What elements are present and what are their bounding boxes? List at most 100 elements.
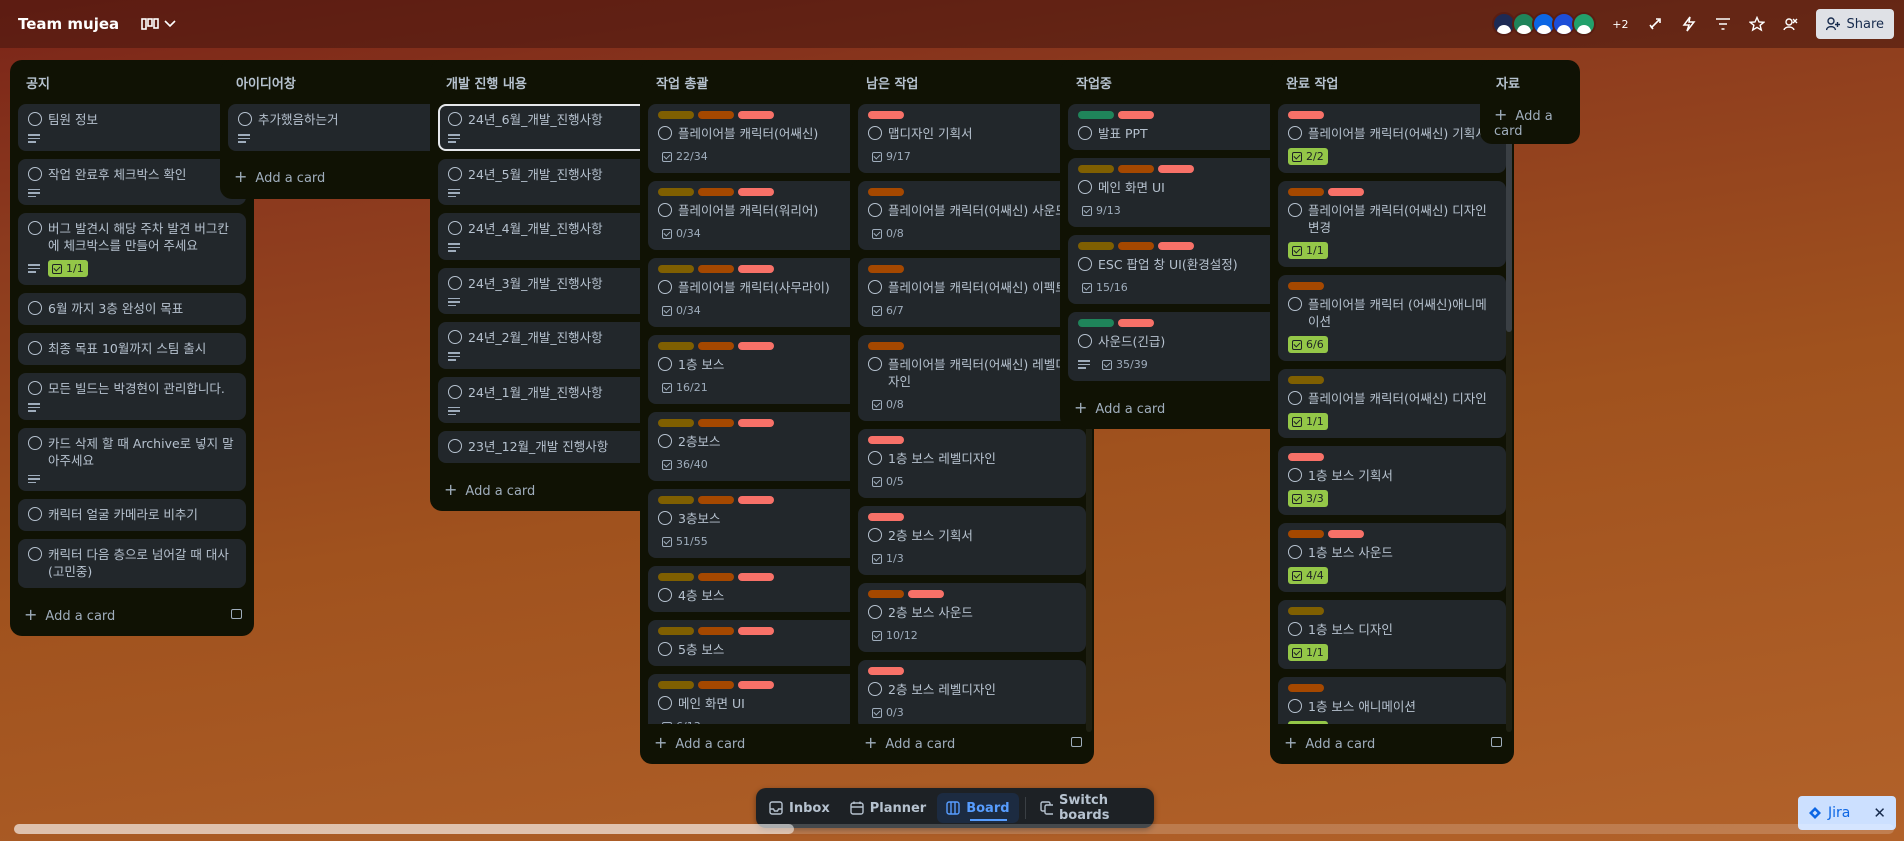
complete-circle-icon[interactable] — [448, 221, 462, 235]
card[interactable]: 24년_3월_개발_진행사항 — [438, 267, 666, 314]
card[interactable]: 캐릭터 다음 층으로 넘어갈 때 대사(고민중) — [18, 539, 246, 588]
complete-circle-icon[interactable] — [448, 275, 462, 290]
label-red[interactable] — [1158, 165, 1194, 173]
visibility-icon[interactable] — [1776, 9, 1806, 39]
list-header[interactable]: 공지··· — [10, 60, 254, 104]
list-title[interactable]: 공지 — [26, 73, 50, 92]
complete-circle-icon[interactable] — [28, 166, 42, 181]
complete-circle-icon[interactable] — [1288, 622, 1302, 636]
complete-circle-icon[interactable] — [28, 221, 42, 235]
label-orange[interactable] — [1288, 282, 1324, 290]
complete-circle-icon[interactable] — [1078, 334, 1092, 348]
card[interactable]: 1층 보스 레벨디자인 0/5 — [858, 429, 1086, 498]
label-red[interactable] — [738, 188, 774, 196]
label-orange[interactable] — [868, 265, 904, 273]
complete-circle-icon[interactable] — [28, 381, 42, 395]
list-header[interactable]: 개발 진행 내용··· — [430, 60, 674, 104]
label-orange[interactable] — [868, 590, 904, 598]
label-red[interactable] — [738, 342, 774, 350]
list-title[interactable]: 남은 작업 — [866, 73, 918, 92]
complete-circle-icon[interactable] — [1288, 468, 1302, 482]
list-title[interactable]: 개발 진행 내용 — [446, 73, 527, 92]
complete-circle-icon[interactable] — [1288, 699, 1302, 713]
card[interactable]: 최종 목표 10월까지 스팀 출시 — [18, 333, 246, 365]
label-orange[interactable] — [1288, 684, 1324, 692]
complete-circle-icon[interactable] — [868, 682, 882, 696]
card[interactable]: 카드 삭제 할 때 Archive로 넣지 말아주세요 — [18, 427, 246, 491]
card[interactable]: 추가했음하는거 — [228, 104, 456, 151]
label-olive[interactable] — [658, 342, 694, 350]
card[interactable]: 23년_12월_개발 진행사항 — [438, 431, 666, 463]
label-orange[interactable] — [698, 342, 734, 350]
card[interactable]: 플레이어블 캐릭터(어쌔신) 레벨디자인 0/8 — [858, 335, 1086, 421]
label-olive[interactable] — [658, 573, 694, 581]
card[interactable]: 24년_1월_개발_진행사항 — [438, 376, 666, 423]
label-olive[interactable] — [1288, 376, 1324, 384]
complete-circle-icon[interactable] — [658, 642, 672, 656]
complete-circle-icon[interactable] — [658, 588, 672, 602]
complete-circle-icon[interactable] — [448, 112, 462, 126]
add-card-button[interactable]: + Add a card — [430, 471, 674, 507]
complete-circle-icon[interactable] — [1288, 203, 1302, 217]
add-card-button[interactable]: + Add a card — [1480, 104, 1580, 140]
label-olive[interactable] — [658, 111, 694, 119]
card[interactable]: 작업 완료후 체크박스 확인 — [18, 158, 246, 205]
card[interactable]: 24년_4월_개발_진행사항 — [438, 213, 666, 260]
add-card-button[interactable]: + Add a card — [1270, 724, 1514, 760]
card[interactable]: 플레이어블 캐릭터(어쌔신) 디자인 변경 1/1 — [1278, 181, 1506, 267]
card[interactable]: 플레이어블 캐릭터 (어쌔신)애니메이션 6/6 — [1278, 275, 1506, 361]
complete-circle-icon[interactable] — [658, 126, 672, 140]
add-card-button[interactable]: + Add a card — [1060, 389, 1304, 425]
card[interactable]: 모든 빌드는 박경현이 관리합니다. — [18, 373, 246, 420]
label-olive[interactable] — [658, 627, 694, 635]
list-title[interactable]: 작업중 — [1076, 73, 1112, 92]
list-header[interactable]: 아이디어창··· — [220, 60, 464, 104]
complete-circle-icon[interactable] — [1288, 126, 1302, 140]
card[interactable]: ESC 팝업 창 UI(환경설정) 15/16 — [1068, 235, 1296, 304]
complete-circle-icon[interactable] — [1288, 545, 1302, 559]
label-orange[interactable] — [698, 419, 734, 427]
card[interactable]: 1층 보스 사운드 4/4 — [1278, 523, 1506, 592]
label-orange[interactable] — [698, 681, 734, 689]
card[interactable]: 플레이어블 캐릭터(어쌔신) 이펙트 6/7 — [858, 258, 1086, 327]
card[interactable]: 플레이어블 캐릭터(어쌔신) 디자인 1/1 — [1278, 369, 1506, 438]
card[interactable]: 메인 화면 UI 9/13 — [1068, 158, 1296, 227]
member-avatar[interactable] — [1572, 12, 1597, 36]
list-header[interactable]: 자료 — [1480, 60, 1580, 104]
complete-circle-icon[interactable] — [868, 357, 882, 371]
card[interactable]: 1층 보스 기획서 3/3 — [1278, 446, 1506, 515]
card[interactable]: 맵디자인 기획서 9/17 — [858, 104, 1086, 173]
add-card-button[interactable]: + Add a card — [10, 596, 254, 632]
complete-circle-icon[interactable] — [658, 434, 672, 448]
label-orange[interactable] — [698, 573, 734, 581]
label-orange[interactable] — [698, 111, 734, 119]
label-green[interactable] — [1078, 111, 1114, 119]
complete-circle-icon[interactable] — [868, 528, 882, 542]
complete-circle-icon[interactable] — [1078, 257, 1092, 271]
nav-inbox[interactable]: Inbox — [760, 793, 839, 823]
label-olive[interactable] — [658, 681, 694, 689]
label-orange[interactable] — [698, 188, 734, 196]
complete-circle-icon[interactable] — [868, 126, 882, 140]
label-red[interactable] — [868, 513, 904, 521]
label-green[interactable] — [1078, 319, 1114, 327]
card[interactable]: 플레이어블 캐릭터(워리어) 0/34 — [648, 181, 876, 250]
list-title[interactable]: 작업 총괄 — [656, 73, 708, 92]
filter-icon[interactable] — [1708, 9, 1738, 39]
label-red[interactable] — [738, 681, 774, 689]
complete-circle-icon[interactable] — [448, 166, 462, 181]
complete-circle-icon[interactable] — [28, 507, 42, 521]
card[interactable]: 플레이어블 캐릭터(사무라이) 0/34 — [648, 258, 876, 327]
add-card-button[interactable]: + Add a card — [220, 159, 464, 195]
card[interactable]: 1층 보스 디자인 1/1 — [1278, 600, 1506, 669]
complete-circle-icon[interactable] — [28, 301, 42, 315]
card[interactable]: 3층보스 51/55 — [648, 489, 876, 558]
label-red[interactable] — [738, 265, 774, 273]
complete-circle-icon[interactable] — [448, 384, 462, 399]
complete-circle-icon[interactable] — [658, 696, 672, 710]
label-olive[interactable] — [1078, 242, 1114, 250]
label-red[interactable] — [738, 573, 774, 581]
label-red[interactable] — [738, 627, 774, 635]
list-header[interactable]: 작업 총괄··· — [640, 60, 884, 104]
board-view-switcher[interactable] — [141, 17, 176, 31]
